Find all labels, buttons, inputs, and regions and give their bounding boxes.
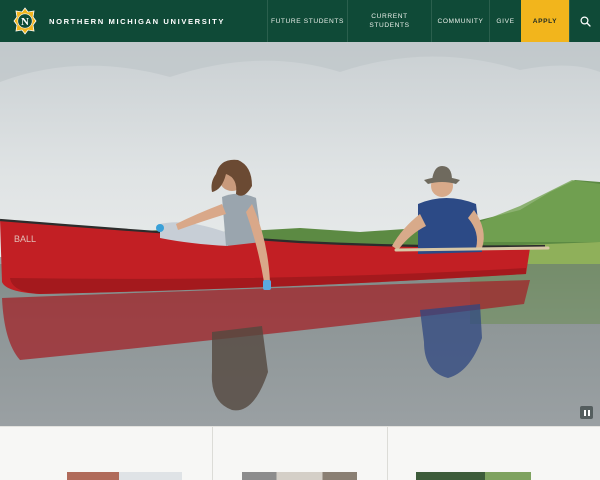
- nav-community-label: COMMUNITY: [437, 17, 484, 25]
- apply-label: APPLY: [532, 17, 558, 25]
- card-image: [242, 472, 357, 480]
- pause-icon: [583, 409, 586, 416]
- card-image: [416, 472, 531, 480]
- man-torso: [418, 198, 482, 254]
- nav-future-students[interactable]: FUTURE STUDENTS: [267, 0, 347, 42]
- logo-letter: N: [21, 16, 29, 28]
- main-nav: FUTURE STUDENTS CURRENT STUDENTS COMMUNI…: [267, 0, 600, 42]
- feature-card[interactable]: [0, 427, 213, 480]
- site-header: N NORTHERN MICHIGAN UNIVERSITY FUTURE ST…: [0, 0, 600, 42]
- nav-future-students-label: FUTURE STUDENTS: [270, 17, 345, 25]
- nav-community[interactable]: COMMUNITY: [431, 0, 489, 42]
- sample-vial: [263, 280, 271, 290]
- nmu-logo-icon: N: [13, 7, 37, 35]
- hero-media: BALL: [0, 42, 600, 426]
- hero-photo: BALL: [0, 42, 600, 426]
- search-button[interactable]: [569, 0, 600, 42]
- nav-current-line2: STUDENTS: [369, 22, 410, 29]
- brand-link[interactable]: N NORTHERN MICHIGAN UNIVERSITY: [0, 0, 267, 42]
- apply-button[interactable]: APPLY: [521, 0, 569, 42]
- university-name: NORTHERN MICHIGAN UNIVERSITY: [49, 16, 226, 26]
- card-image: [67, 472, 182, 480]
- feature-card[interactable]: [213, 427, 388, 480]
- canoe-decal: BALL: [14, 234, 36, 244]
- pause-button[interactable]: [580, 406, 593, 419]
- nav-current-students[interactable]: CURRENT STUDENTS: [347, 0, 431, 42]
- nav-current-line1: CURRENT: [371, 13, 408, 20]
- nav-current-students-label: CURRENT STUDENTS: [369, 12, 409, 30]
- woman-glove: [156, 224, 164, 232]
- feature-card[interactable]: [388, 427, 600, 480]
- paddle: [394, 246, 550, 252]
- nav-give[interactable]: GIVE: [489, 0, 521, 42]
- search-icon: [579, 15, 591, 27]
- nav-give-label: GIVE: [496, 17, 515, 25]
- feature-cards: [0, 426, 600, 480]
